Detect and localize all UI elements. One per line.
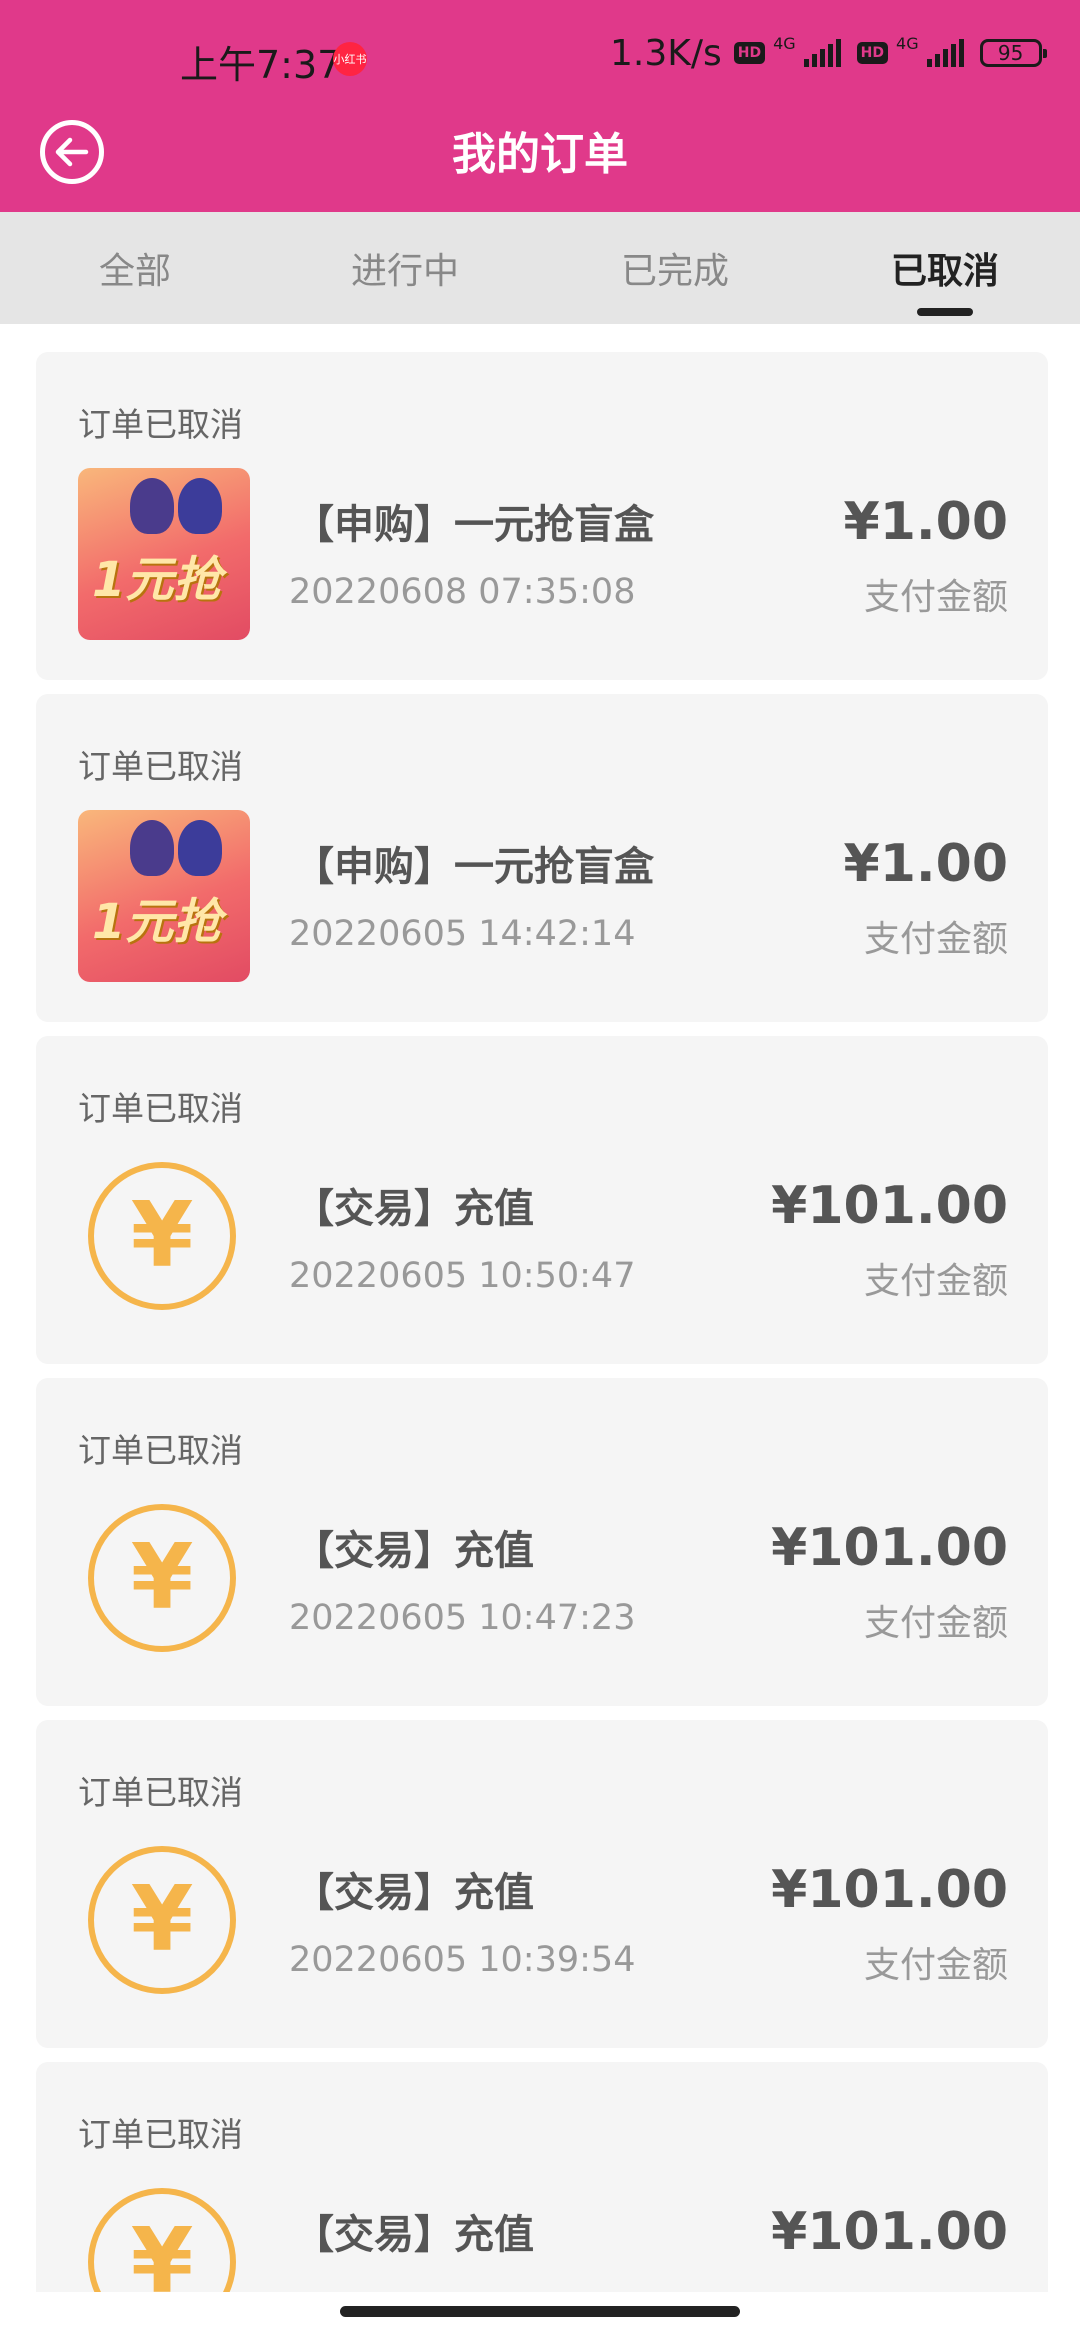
order-time: 20220605 10:50:47 <box>289 1256 636 1296</box>
order-status: 订单已取消 <box>78 2115 243 2154</box>
page-title: 我的订单 <box>452 129 628 180</box>
order-title: 【交易】充值 <box>294 1186 534 1232</box>
tab-cancelled[interactable]: 已取消 <box>810 212 1080 324</box>
order-amount: ¥101.00 <box>771 1518 1008 1578</box>
order-time: 20220605 10:47:23 <box>289 1598 636 1638</box>
battery-icon: 95 <box>979 39 1047 67</box>
yen-coin-icon: ¥ <box>88 2188 236 2292</box>
header-bar: 上午7:37 小红书 1.3K/s HD 4G HD 4G 95 我的订单 <box>0 0 1080 212</box>
order-amount: ¥101.00 <box>771 2202 1008 2262</box>
character-figure <box>130 820 174 876</box>
hd-icon-2: HD <box>856 42 889 64</box>
order-status: 订单已取消 <box>78 747 243 786</box>
hd-icon: HD <box>733 42 766 64</box>
yen-coin-icon: ¥ <box>88 1162 236 1310</box>
order-title: 【申购】一元抢盲盒 <box>294 502 654 548</box>
order-card[interactable]: 订单已取消 ¥ 【交易】充值 ¥101.00 <box>36 2062 1048 2292</box>
yen-symbol: ¥ <box>130 1183 194 1288</box>
signal-icon <box>803 39 841 67</box>
amount-label: 支付金额 <box>863 1603 1008 1644</box>
character-figure <box>130 478 174 534</box>
thumbnail-text: 1元抢 <box>92 552 222 608</box>
amount-label: 支付金额 <box>863 1261 1008 1302</box>
yen-symbol: ¥ <box>130 1867 194 1972</box>
order-amount: ¥101.00 <box>771 1860 1008 1920</box>
order-title: 【交易】充值 <box>294 1528 534 1574</box>
tab-label: 进行中 <box>350 251 459 292</box>
yen-symbol: ¥ <box>130 2209 194 2293</box>
order-card[interactable]: 订单已取消 ¥ 【交易】充值 20220605 10:47:23 ¥101.00… <box>36 1378 1048 1706</box>
blind-box-thumbnail: 1元抢 <box>78 468 250 640</box>
tab-label: 已取消 <box>890 251 999 292</box>
order-title: 【申购】一元抢盲盒 <box>294 844 654 890</box>
status-indicators: 1.3K/s HD 4G HD 4G 95 <box>610 30 1047 76</box>
status-time: 上午7:37 <box>180 43 342 87</box>
thumbnail-text: 1元抢 <box>92 894 222 950</box>
character-figure <box>178 820 222 876</box>
order-card[interactable]: 订单已取消 ¥ 【交易】充值 20220605 10:50:47 ¥101.00… <box>36 1036 1048 1364</box>
order-status: 订单已取消 <box>78 1431 243 1470</box>
amount-label: 支付金额 <box>863 577 1008 618</box>
order-time: 20220605 14:42:14 <box>289 914 636 954</box>
order-status: 订单已取消 <box>78 1773 243 1812</box>
order-tabs: 全部 进行中 已完成 已取消 <box>0 212 1080 324</box>
yen-coin-icon: ¥ <box>88 1846 236 1994</box>
active-tab-indicator <box>917 308 973 316</box>
tab-all[interactable]: 全部 <box>0 212 270 324</box>
order-time: 20220605 10:39:54 <box>289 1940 636 1980</box>
blind-box-thumbnail: 1元抢 <box>78 810 250 982</box>
character-figure <box>178 478 222 534</box>
network-speed: 1.3K/s <box>610 32 722 74</box>
order-time: 20220608 07:35:08 <box>289 572 636 612</box>
yen-coin-icon: ¥ <box>88 1504 236 1652</box>
tab-completed[interactable]: 已完成 <box>540 212 810 324</box>
order-list: 订单已取消 1元抢 【申购】一元抢盲盒 20220608 07:35:08 ¥1… <box>36 352 1048 2306</box>
network-type-2: 4G <box>896 34 919 53</box>
order-status: 订单已取消 <box>78 1089 243 1128</box>
order-amount: ¥1.00 <box>843 492 1008 552</box>
app-notification-icon: 小红书 <box>333 42 367 76</box>
order-title: 【交易】充值 <box>294 1870 534 1916</box>
order-status: 订单已取消 <box>78 405 243 444</box>
order-title: 【交易】充值 <box>294 2212 534 2258</box>
order-card[interactable]: 订单已取消 1元抢 【申购】一元抢盲盒 20220608 07:35:08 ¥1… <box>36 352 1048 680</box>
home-indicator[interactable] <box>340 2306 740 2317</box>
order-amount: ¥1.00 <box>843 834 1008 894</box>
tab-label: 全部 <box>98 251 171 292</box>
network-type: 4G <box>773 34 796 53</box>
signal-icon-2 <box>926 39 964 67</box>
order-card[interactable]: 订单已取消 ¥ 【交易】充值 20220605 10:39:54 ¥101.00… <box>36 1720 1048 2048</box>
tab-in-progress[interactable]: 进行中 <box>270 212 540 324</box>
amount-label: 支付金额 <box>863 1945 1008 1986</box>
yen-symbol: ¥ <box>130 1525 194 1630</box>
amount-label: 支付金额 <box>863 919 1008 960</box>
order-amount: ¥101.00 <box>771 1176 1008 1236</box>
order-card[interactable]: 订单已取消 1元抢 【申购】一元抢盲盒 20220605 14:42:14 ¥1… <box>36 694 1048 1022</box>
tab-label: 已完成 <box>620 251 729 292</box>
